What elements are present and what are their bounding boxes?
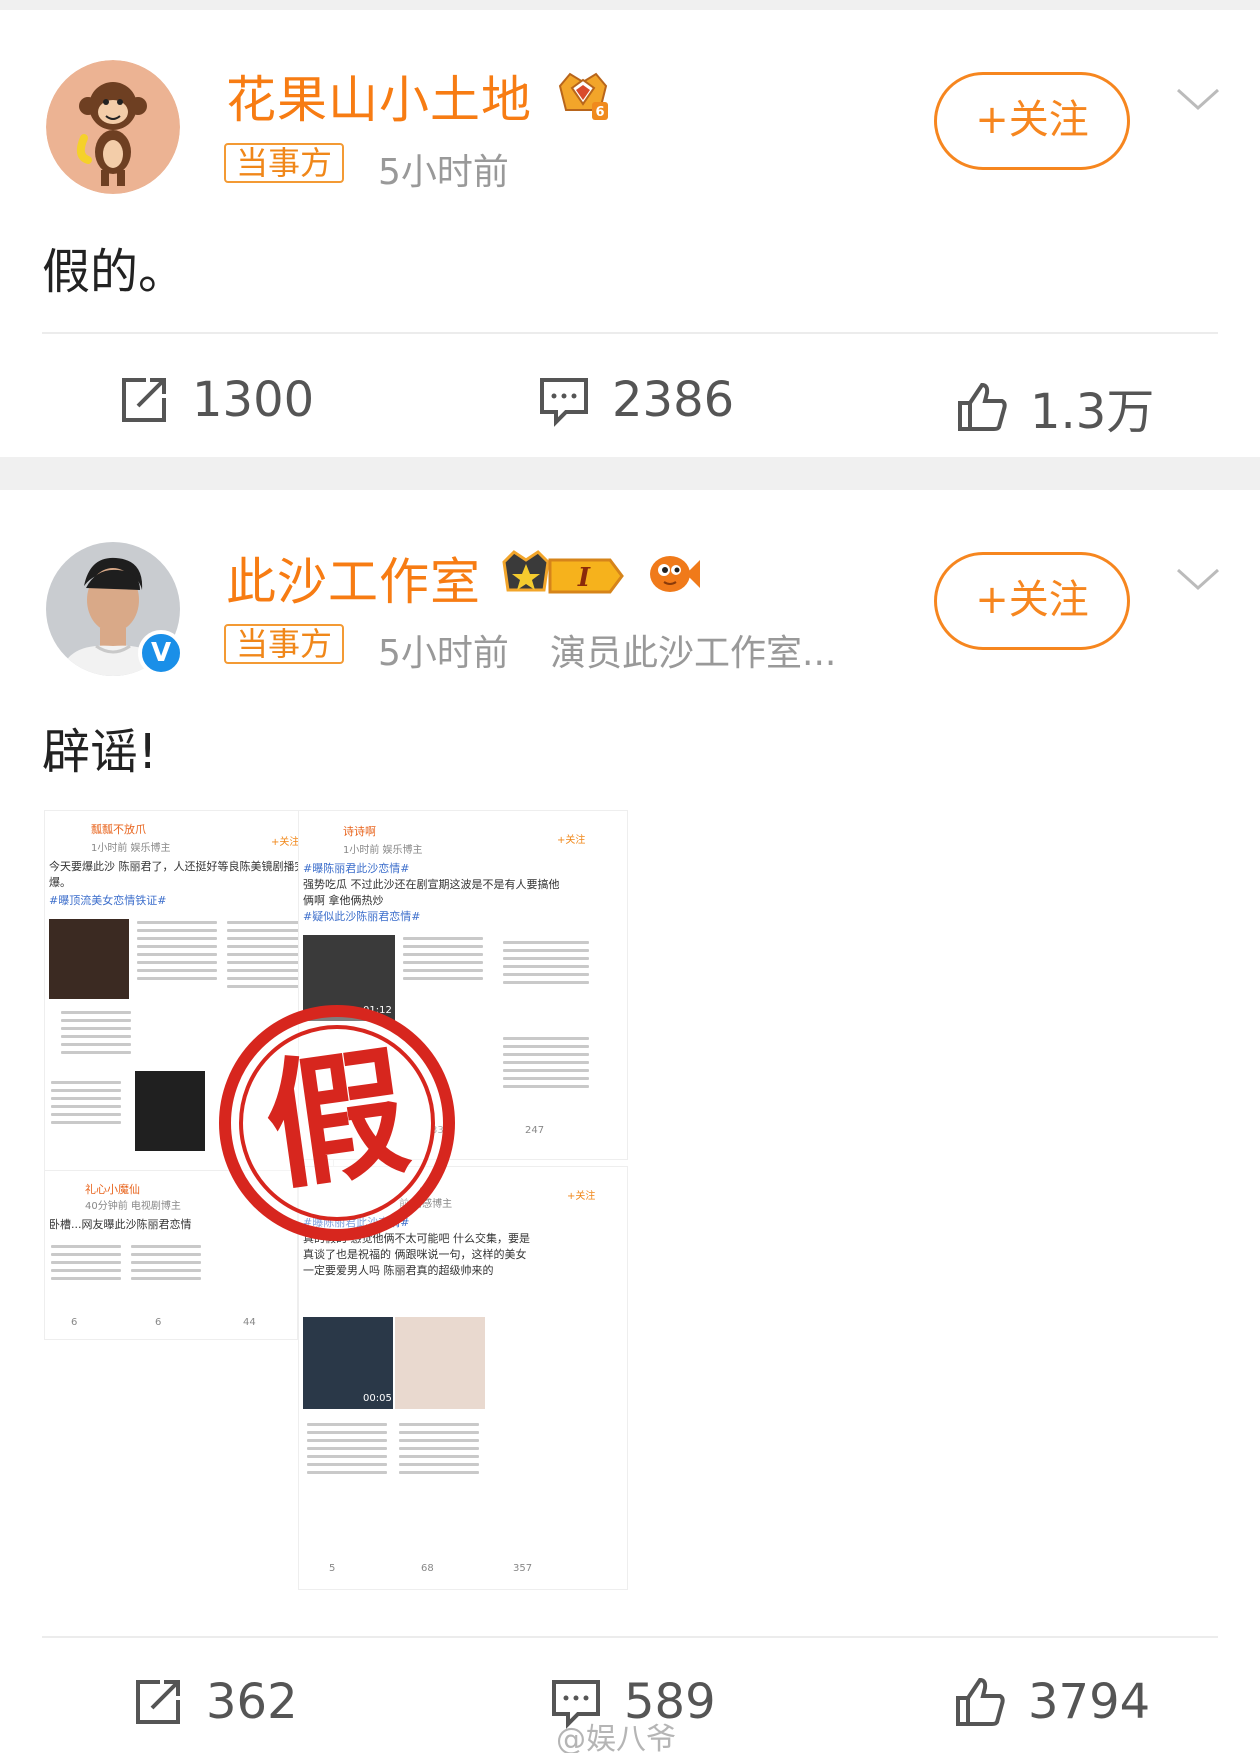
collage-follow: +关注 xyxy=(271,837,300,848)
collage-photo xyxy=(395,1317,485,1409)
collage-comment-count: 6 xyxy=(155,1317,162,1328)
collage-follow: +关注 xyxy=(567,1191,596,1202)
level-crown-icon[interactable]: I xyxy=(498,548,632,608)
verified-badge-icon: V xyxy=(138,630,184,676)
post-card: V 此沙工作室 I 当事方 5小时前 演员此沙工作室... +关注 辟谣! 瓢瓢… xyxy=(0,490,1260,1753)
repost-count: 362 xyxy=(206,1674,298,1730)
collage-text-lines xyxy=(403,937,483,985)
thumbs-up-icon xyxy=(956,1677,1005,1726)
svg-text:假: 假 xyxy=(256,1030,417,1211)
repost-button[interactable]: 1300 xyxy=(116,372,314,428)
repost-count: 1300 xyxy=(192,372,315,428)
post-text: 辟谣! xyxy=(42,724,158,780)
post-source[interactable]: 演员此沙工作室... xyxy=(550,624,836,676)
follow-button[interactable]: +关注 xyxy=(934,72,1130,170)
repost-icon xyxy=(136,1680,180,1724)
collage-like-count: 44 xyxy=(243,1317,256,1328)
collage-follow: +关注 xyxy=(557,835,586,846)
chevron-down-icon[interactable] xyxy=(1174,556,1222,604)
username[interactable]: 此沙工作室 xyxy=(226,542,481,614)
collage-meta: 40分钟前 电视剧博主 xyxy=(85,1201,181,1212)
like-button[interactable]: 1.3万 xyxy=(954,372,1154,442)
post-text: 假的。 xyxy=(42,244,187,300)
party-badge: 当事方 xyxy=(224,624,345,664)
collage-tag: #疑似此沙陈丽君恋情# xyxy=(303,910,421,923)
collage-text-lines xyxy=(503,1037,589,1093)
collage-text: 强势吃瓜 不过此沙还在剧宣期这波是不是有人要搞他俩啊 拿他俩热炒 xyxy=(303,878,560,907)
comment-button[interactable]: 2386 xyxy=(536,372,734,428)
repost-button[interactable]: 362 xyxy=(130,1674,298,1730)
collage-text-lines xyxy=(51,1245,121,1285)
collage-like-count: 357 xyxy=(513,1563,533,1574)
post-card: 花果山小土地 6 当事方 5小时前 +关注 假的。 1300 2386 1.3万 xyxy=(0,10,1260,457)
party-badge: 当事方 xyxy=(224,143,345,183)
collage-text-lines xyxy=(137,921,217,985)
collage-photo xyxy=(49,919,129,999)
comment-icon xyxy=(540,378,588,427)
collage-text: 今天要爆此沙 陈丽君了，人还挺好等良陈美镜剧播完才爆。 xyxy=(49,860,317,889)
collage-photo xyxy=(135,1071,205,1151)
collage-text-lines xyxy=(503,941,589,989)
thumbs-up-icon xyxy=(958,382,1007,431)
post-time: 5小时前 xyxy=(378,633,509,674)
collage-tag: #曝顶流美女恋情铁证# xyxy=(49,894,167,907)
like-button[interactable]: 3794 xyxy=(952,1674,1150,1730)
collage-text-lines xyxy=(51,1081,121,1129)
collage-comment-count: 68 xyxy=(421,1563,434,1574)
username[interactable]: 花果山小土地 xyxy=(226,60,532,132)
collage-like-count: 247 xyxy=(525,1125,545,1136)
collage-meta: 1小时前 娱乐博主 xyxy=(343,845,423,856)
like-count: 1.3万 xyxy=(1030,384,1155,440)
comment-count: 2386 xyxy=(612,372,735,428)
svg-text:I: I xyxy=(577,563,591,593)
collage-meta: 1小时前 娱乐博主 xyxy=(91,843,171,854)
collage-tag: #曝陈丽君此沙恋情# xyxy=(303,862,410,875)
level-crown-icon[interactable]: 6 xyxy=(554,66,612,128)
collage-username: 瓢瓢不放爪 xyxy=(91,823,146,836)
collage-text-lines xyxy=(399,1423,479,1479)
post-image[interactable]: 瓢瓢不放爪 1小时前 娱乐博主 +关注 今天要爆此沙 陈丽君了，人还挺好等良陈美… xyxy=(44,810,628,1590)
collage-text-lines xyxy=(131,1245,201,1285)
collage-username: 礼心小魔仙 xyxy=(85,1183,140,1196)
collage-username: 诗诗啊 xyxy=(343,825,376,838)
fake-stamp-icon: 假 xyxy=(214,1000,460,1246)
divider xyxy=(42,1636,1218,1638)
chevron-down-icon[interactable] xyxy=(1174,76,1222,124)
collage-repost-count: 5 xyxy=(329,1563,336,1574)
fish-icon xyxy=(646,548,702,602)
divider xyxy=(42,332,1218,334)
like-count: 3794 xyxy=(1028,1674,1151,1730)
repost-icon xyxy=(122,378,166,422)
collage-video: 00:05 xyxy=(303,1317,393,1409)
post-time: 5小时前 xyxy=(378,152,509,193)
video-duration: 00:05 xyxy=(363,1393,392,1404)
collage-text-lines xyxy=(307,1423,387,1479)
watermark: @娱八爷 xyxy=(556,1722,676,1753)
collage-text-lines xyxy=(61,1011,131,1059)
monkey-avatar-icon[interactable] xyxy=(46,60,180,194)
follow-button[interactable]: +关注 xyxy=(934,552,1130,650)
collage-repost-count: 6 xyxy=(71,1317,78,1328)
svg-text:6: 6 xyxy=(595,105,604,120)
